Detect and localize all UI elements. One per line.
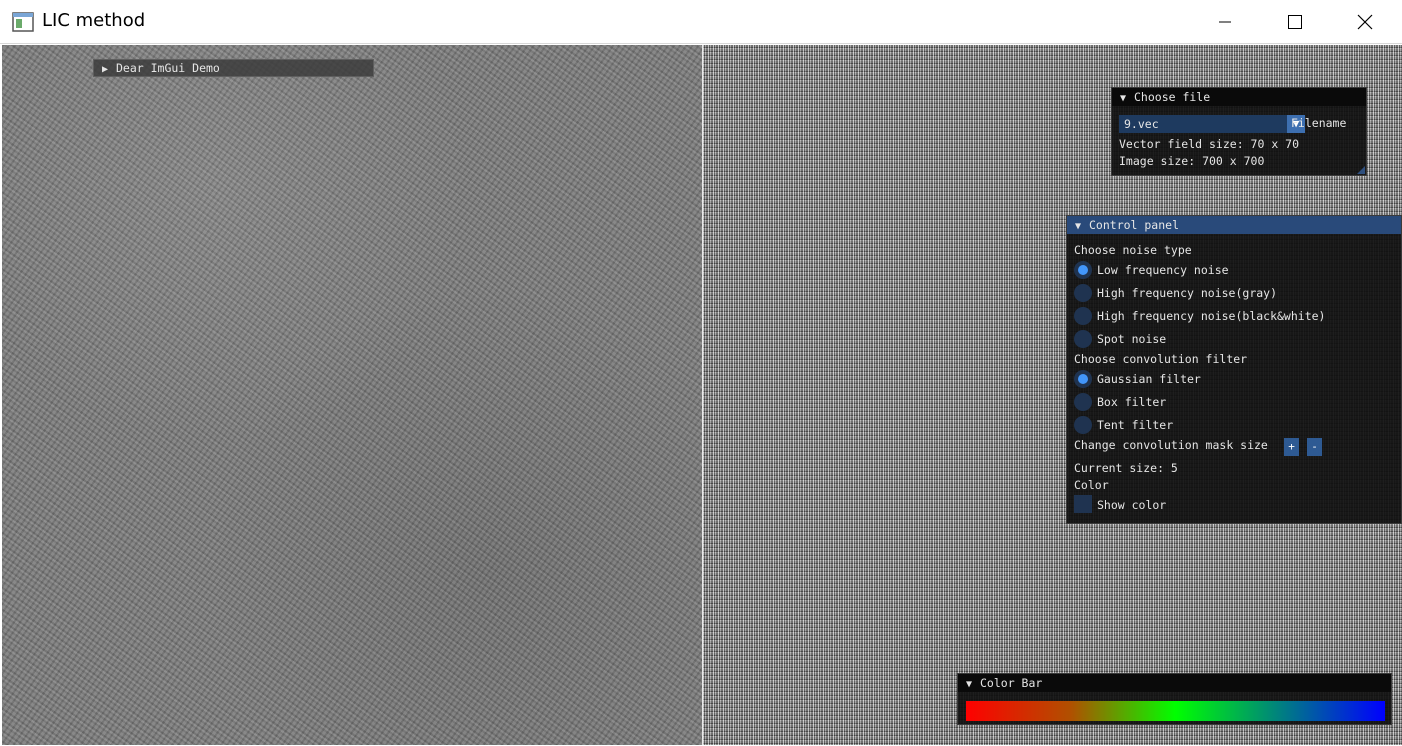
color-bar-titlebar[interactable]: ▼ Color Bar <box>958 674 1391 692</box>
radio-label[interactable]: High frequency noise(black&white) <box>1097 309 1325 323</box>
noise-type-heading: Choose noise type <box>1074 243 1192 257</box>
current-size-text: Current size: 5 <box>1074 461 1178 475</box>
radio-tent-filter[interactable] <box>1074 416 1092 434</box>
radio-box-filter[interactable] <box>1074 393 1092 411</box>
control-panel-title: Control panel <box>1089 218 1180 232</box>
vector-field-size-text: Vector field size: 70 x 70 <box>1119 137 1300 151</box>
radio-label[interactable]: Tent filter <box>1097 418 1173 432</box>
collapse-triangle-icon[interactable]: ▼ <box>1075 218 1089 236</box>
choose-file-titlebar[interactable]: ▼ Choose file <box>1112 88 1366 106</box>
demo-window-title: Dear ImGui Demo <box>116 61 220 75</box>
color-bar-gradient <box>966 701 1385 721</box>
color-bar-window[interactable]: ▼ Color Bar <box>957 673 1392 725</box>
minimize-button[interactable] <box>1190 0 1260 44</box>
radio-low-frequency-noise[interactable] <box>1074 261 1092 279</box>
color-bar-title: Color Bar <box>980 676 1043 690</box>
show-color-checkbox[interactable] <box>1074 495 1092 513</box>
increase-mask-button[interactable]: + <box>1284 438 1299 456</box>
show-color-label[interactable]: Show color <box>1097 498 1166 512</box>
radio-label[interactable]: Gaussian filter <box>1097 372 1201 386</box>
color-heading: Color <box>1074 478 1109 492</box>
radio-high-frequency-bw[interactable] <box>1074 307 1092 325</box>
control-panel-titlebar[interactable]: ▼ Control panel <box>1067 216 1401 234</box>
radio-label[interactable]: Spot noise <box>1097 332 1166 346</box>
demo-window-titlebar[interactable]: ▶ Dear ImGui Demo <box>94 60 373 76</box>
demo-window[interactable]: ▶ Dear ImGui Demo <box>93 59 374 77</box>
close-button[interactable] <box>1330 0 1400 44</box>
choose-file-title: Choose file <box>1134 90 1211 104</box>
radio-spot-noise[interactable] <box>1074 330 1092 348</box>
lic-result-image <box>2 45 702 745</box>
minimize-icon <box>1219 21 1231 23</box>
close-icon <box>1357 14 1373 30</box>
filter-heading: Choose convolution filter <box>1074 352 1248 366</box>
filename-label: Filename <box>1291 116 1347 130</box>
decrease-mask-button[interactable]: - <box>1307 438 1322 456</box>
resize-grip-icon[interactable] <box>1357 166 1365 174</box>
choose-file-window[interactable]: ▼ Choose file 9.vec ▼ Filename Vector fie… <box>1111 87 1367 176</box>
app-window-icon <box>12 12 34 32</box>
radio-label[interactable]: Low frequency noise <box>1097 263 1229 277</box>
radio-label[interactable]: Box filter <box>1097 395 1166 409</box>
maximize-button[interactable] <box>1260 0 1330 44</box>
radio-high-frequency-gray[interactable] <box>1074 284 1092 302</box>
window-title: LIC method <box>42 10 146 31</box>
collapse-triangle-icon[interactable]: ▼ <box>1120 90 1134 108</box>
expand-triangle-icon[interactable]: ▶ <box>102 62 116 78</box>
maximize-icon <box>1288 15 1302 29</box>
mask-size-label: Change convolution mask size <box>1074 438 1268 452</box>
image-size-text: Image size: 700 x 700 <box>1119 154 1265 168</box>
filename-combo[interactable]: 9.vec <box>1119 115 1287 133</box>
window-titlebar[interactable]: LIC method <box>0 0 1402 44</box>
collapse-triangle-icon[interactable]: ▼ <box>966 676 980 694</box>
radio-label[interactable]: High frequency noise(gray) <box>1097 286 1277 300</box>
control-panel-window[interactable]: ▼ Control panel Choose noise type Low fre… <box>1066 215 1402 524</box>
radio-gaussian-filter[interactable] <box>1074 370 1092 388</box>
